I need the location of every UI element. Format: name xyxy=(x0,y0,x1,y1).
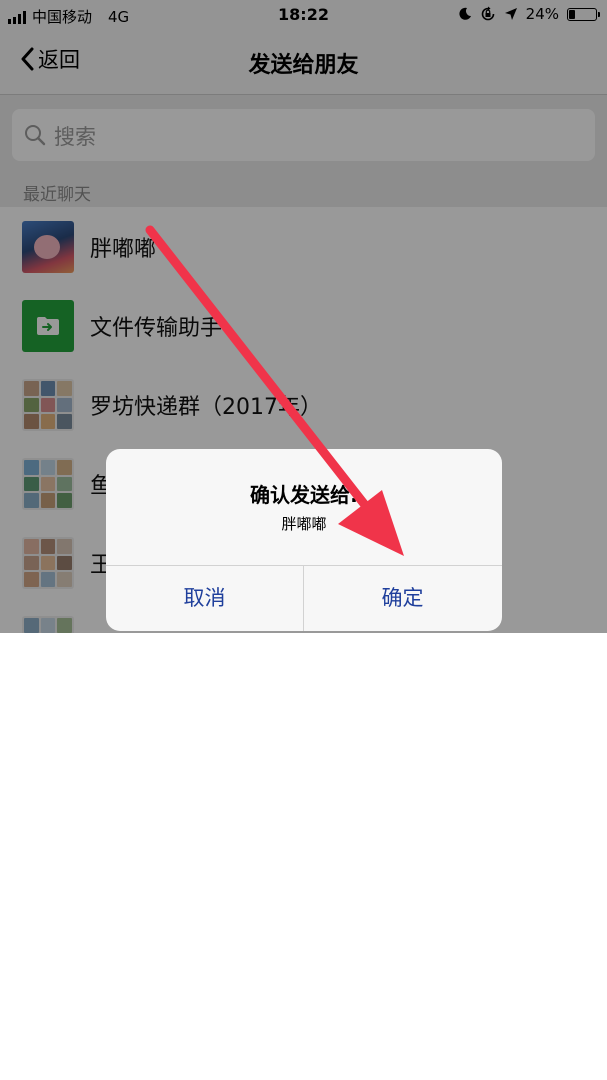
annotation-arrow-icon xyxy=(145,225,404,556)
phone-screen: 中国移动 4G 18:22 24% 返回 发送给朋友 搜索 最近聊天 胖嘟嘟 文… xyxy=(0,0,607,633)
